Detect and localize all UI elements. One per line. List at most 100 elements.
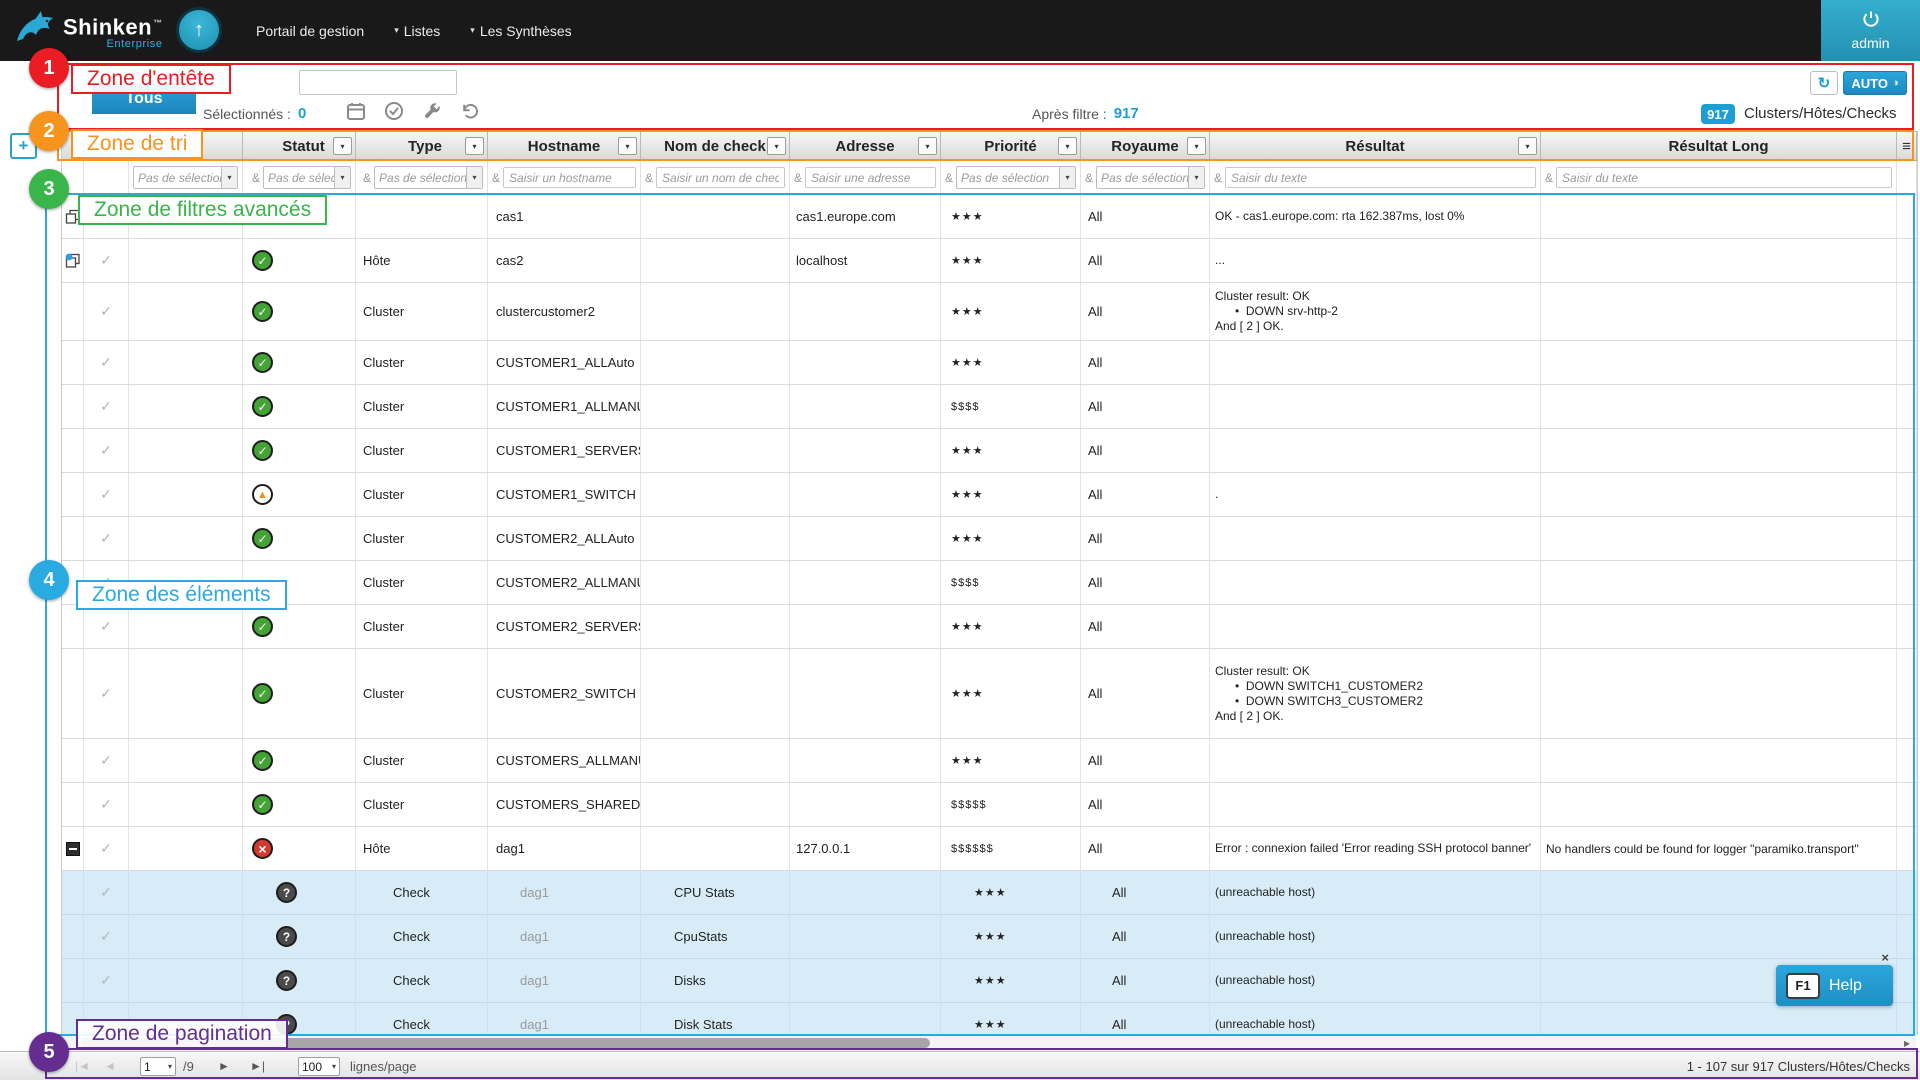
row-selected-check-icon[interactable]: ✓ bbox=[100, 486, 112, 503]
close-icon[interactable]: × bbox=[1881, 950, 1889, 965]
filter-extra-select[interactable]: Pas de sélection▾ bbox=[133, 166, 238, 189]
table-row: ✓?Checkdag1Disks★★★All(unreachable host) bbox=[62, 959, 1917, 1003]
cell-statut: ▲ bbox=[243, 473, 356, 516]
filter-cell-resultat_long: & bbox=[1541, 161, 1897, 194]
cell-resultat-long bbox=[1541, 871, 1897, 914]
after-filter-counter: Après filtre : 917 bbox=[1032, 105, 1139, 122]
cell-menu bbox=[1897, 195, 1917, 238]
cell-hostname: CUSTOMERS_ALLMANU bbox=[488, 739, 641, 782]
cell-resultat: (unreachable host) bbox=[1210, 915, 1541, 958]
brand[interactable]: Shinken™ Enterprise bbox=[14, 9, 163, 52]
help-widget[interactable]: F1 Help × bbox=[1776, 965, 1893, 1006]
cell-expand bbox=[62, 871, 84, 914]
cell-hostname: CUSTOMER1_ALLAuto bbox=[488, 341, 641, 384]
calendar-button[interactable] bbox=[345, 102, 367, 124]
cell-adresse-text: localhost bbox=[796, 253, 847, 268]
row-selected-check-icon[interactable]: ✓ bbox=[100, 884, 112, 901]
scroll-top-button[interactable]: ↑ bbox=[176, 7, 222, 53]
row-selected-check-icon[interactable]: ✓ bbox=[100, 840, 112, 857]
filter-resultat-input[interactable] bbox=[1225, 167, 1536, 188]
table-row: ✓✓ClusterCUSTOMER2_SERVERS★★★All bbox=[62, 605, 1917, 649]
cell-resultat-text: (unreachable host) bbox=[1215, 929, 1315, 944]
last-page-button[interactable]: ►| bbox=[250, 1052, 265, 1080]
prev-page-button[interactable]: ◄ bbox=[104, 1052, 116, 1080]
cell-hostname: dag1 bbox=[488, 871, 641, 914]
row-selected-check-icon[interactable]: ✓ bbox=[100, 972, 112, 989]
cell-hostname: CUSTOMER1_SERVERS bbox=[488, 429, 641, 472]
cell-royaume: All bbox=[1081, 195, 1210, 238]
filter-resultat_long-input[interactable] bbox=[1556, 167, 1892, 188]
cell-resultat-long: No handlers could be found for logger "p… bbox=[1541, 827, 1897, 870]
table-row: ✓✓ClusterCUSTOMERS_SHARED$$$$$All bbox=[62, 783, 1917, 827]
filter-nom_de_check-input[interactable] bbox=[656, 167, 785, 188]
per-page-select[interactable]: 100 ▾ bbox=[298, 1057, 340, 1076]
row-selected-check-icon[interactable]: ✓ bbox=[100, 303, 112, 320]
row-selected-check-icon[interactable]: ✓ bbox=[100, 796, 112, 813]
sort-adresse-button[interactable]: ▾ bbox=[918, 137, 937, 155]
expand-children-icon[interactable] bbox=[65, 253, 81, 269]
cell-select: ✓ bbox=[84, 239, 129, 282]
row-selected-check-icon[interactable]: ✓ bbox=[100, 530, 112, 547]
filter-priorite-select[interactable]: Pas de sélection▾ bbox=[956, 166, 1076, 189]
row-selected-check-icon[interactable]: ✓ bbox=[100, 252, 112, 269]
acknowledge-icon bbox=[384, 101, 404, 126]
sort-resultat-button[interactable]: ▾ bbox=[1518, 137, 1537, 155]
row-selected-check-icon[interactable]: ✓ bbox=[100, 928, 112, 945]
first-page-button[interactable]: |◄ bbox=[75, 1052, 90, 1080]
cell-nom-de-check bbox=[641, 739, 790, 782]
row-selected-check-icon[interactable]: ✓ bbox=[100, 685, 112, 702]
sort-priorite-button[interactable]: ▾ bbox=[1058, 137, 1077, 155]
row-selected-check-icon[interactable]: ✓ bbox=[100, 618, 112, 635]
scroll-right-icon[interactable]: ▸ bbox=[1904, 1036, 1910, 1050]
filter-cell-adresse: & bbox=[790, 161, 941, 194]
cell-priorite: ★★★ bbox=[941, 649, 1081, 738]
undo-button[interactable] bbox=[459, 102, 481, 124]
per-page-value: 100 bbox=[302, 1060, 322, 1074]
cell-royaume: All bbox=[1081, 385, 1210, 428]
sort-nom_de_check-button[interactable]: ▾ bbox=[767, 137, 786, 155]
filter-adresse-input[interactable] bbox=[805, 167, 936, 188]
sort-type-button[interactable]: ▾ bbox=[465, 137, 484, 155]
cell-statut: ✓ bbox=[243, 341, 356, 384]
header-name-input[interactable] bbox=[299, 70, 457, 95]
row-selected-check-icon[interactable]: ✓ bbox=[100, 752, 112, 769]
row-selected-check-icon[interactable]: ✓ bbox=[100, 354, 112, 371]
filter-type-select[interactable]: Pas de sélection▾ bbox=[374, 166, 483, 189]
acknowledge-button[interactable] bbox=[383, 102, 405, 124]
cell-resultat-long bbox=[1541, 283, 1897, 340]
cell-hostname: CUSTOMER2_ALLMANU bbox=[488, 561, 641, 604]
cell-select: ✓ bbox=[84, 283, 129, 340]
cell-extra bbox=[129, 739, 243, 782]
menu-item-portail-de-gestion[interactable]: Portail de gestion bbox=[256, 23, 364, 39]
cell-royaume-text: All bbox=[1088, 487, 1102, 502]
cell-type-text: Hôte bbox=[363, 253, 390, 268]
cell-hostname-text: CUSTOMER2_SERVERS bbox=[496, 619, 641, 634]
column-label: Priorité bbox=[984, 138, 1037, 155]
row-selected-check-icon[interactable]: ✓ bbox=[100, 442, 112, 459]
column-header-type: Type▾ bbox=[356, 132, 488, 160]
menu-item-listes[interactable]: ▾Listes bbox=[394, 23, 440, 39]
page-select[interactable]: 1 ▾ bbox=[140, 1057, 176, 1076]
cell-statut: ✓ bbox=[243, 649, 356, 738]
refresh-button[interactable]: ↻ bbox=[1810, 71, 1838, 95]
user-panel[interactable]: admin bbox=[1821, 0, 1920, 61]
table-row: ✓✓ClusterCUSTOMER1_SERVERS★★★All bbox=[62, 429, 1917, 473]
filter-royaume-select[interactable]: Pas de sélection▾ bbox=[1096, 166, 1205, 189]
row-selected-check-icon[interactable]: ✓ bbox=[100, 398, 112, 415]
filter-hostname-input[interactable] bbox=[503, 167, 636, 188]
cell-resultat-text: Error : connexion failed 'Error reading … bbox=[1215, 841, 1531, 856]
collapse-children-icon[interactable] bbox=[66, 842, 80, 856]
column-chooser-button[interactable]: ≡ bbox=[1902, 138, 1911, 155]
sort-statut-button[interactable]: ▾ bbox=[333, 137, 352, 155]
wrench-button[interactable] bbox=[421, 102, 443, 124]
sort-royaume-button[interactable]: ▾ bbox=[1187, 137, 1206, 155]
menu-item-les-synth-ses[interactable]: ▾Les Synthèses bbox=[470, 23, 571, 39]
auto-refresh-button[interactable]: AUTO ◑ bbox=[1843, 71, 1907, 95]
cell-priorite-text: ★★★ bbox=[951, 305, 984, 318]
zone-3-label: Zone de filtres avancés bbox=[78, 195, 327, 225]
next-page-button[interactable]: ► bbox=[218, 1052, 230, 1080]
horizontal-scrollbar[interactable]: ▸ bbox=[61, 1035, 1916, 1051]
header-zone: Tous Sélectionnés : 0 Après filtre : 917… bbox=[0, 61, 1920, 131]
filter-statut-select[interactable]: Pas de sélection▾ bbox=[263, 166, 351, 189]
sort-hostname-button[interactable]: ▾ bbox=[618, 137, 637, 155]
